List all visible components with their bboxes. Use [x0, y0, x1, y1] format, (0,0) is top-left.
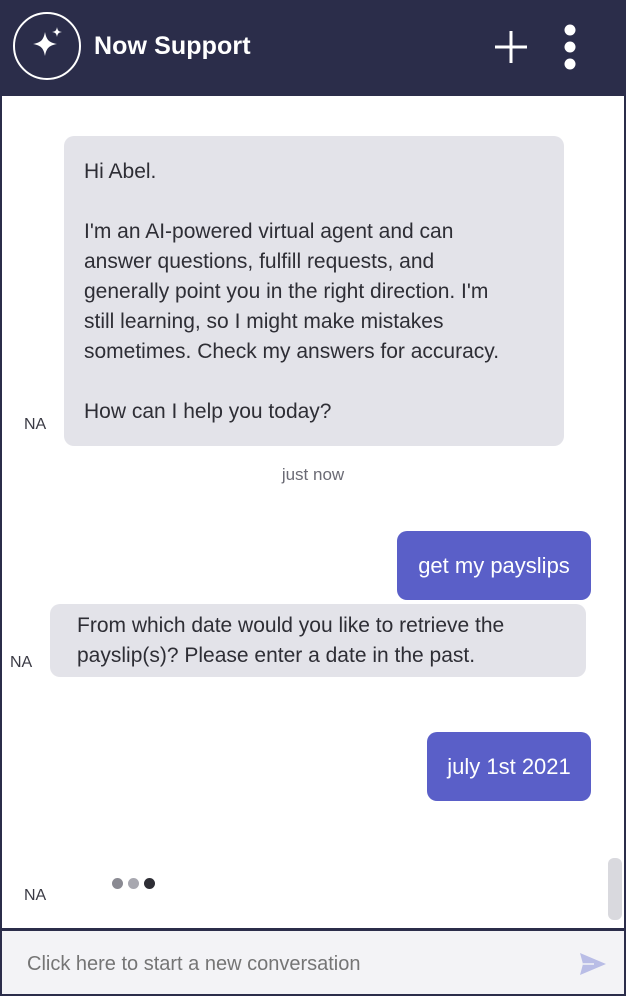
bot-message: Hi Abel. I'm an AI-powered virtual agent…: [64, 136, 564, 446]
typing-indicator: [112, 878, 155, 889]
message-timestamp: just now: [281, 465, 345, 484]
message-line: sometimes. Check my answers for accuracy…: [84, 340, 500, 363]
message-line: [84, 367, 544, 397]
message-list[interactable]: Hi Abel. I'm an AI-powered virtual agent…: [2, 96, 624, 928]
typing-dot: [144, 878, 155, 889]
typing-dot: [128, 878, 139, 889]
message-line: payslip(s)? Please enter a date in the p…: [77, 644, 476, 667]
user-message: get my payslips: [397, 531, 591, 600]
message-line: still learning, so I might make mistakes: [84, 310, 444, 333]
typing-dot: [112, 878, 123, 889]
sparkle-icon: [27, 24, 67, 69]
message-line: answer questions, fulfill requests, and: [84, 250, 435, 273]
bot-avatar-label: NA: [10, 654, 33, 671]
send-button[interactable]: [578, 951, 608, 977]
message-line: How can I help you today?: [84, 400, 332, 423]
message-line: generally point you in the right directi…: [84, 280, 489, 303]
user-message: july 1st 2021: [427, 732, 591, 801]
plus-icon: [492, 31, 530, 70]
scrollbar-thumb[interactable]: [608, 858, 622, 920]
chat-window: Now Support Hi Abel. I'm an AI-powered v…: [0, 0, 626, 996]
new-conversation-button[interactable]: [492, 28, 530, 66]
message-input[interactable]: [25, 952, 549, 977]
bot-avatar-label: NA: [24, 887, 47, 904]
message-line: I'm an AI-powered virtual agent and can: [84, 220, 454, 243]
message-line: Hi Abel.: [84, 160, 157, 183]
composer-bar: [2, 928, 624, 994]
assistant-logo: [13, 12, 81, 80]
chat-title: Now Support: [94, 32, 251, 60]
send-icon: [578, 953, 608, 981]
chat-header: Now Support: [2, 0, 624, 96]
bot-avatar-label: NA: [24, 416, 47, 433]
message-line: From which date would you like to retrie…: [77, 614, 505, 637]
message-line: [84, 187, 544, 217]
bot-message: From which date would you like to retrie…: [50, 604, 586, 677]
more-options-button[interactable]: [558, 24, 582, 70]
more-vertical-icon: [558, 24, 582, 74]
